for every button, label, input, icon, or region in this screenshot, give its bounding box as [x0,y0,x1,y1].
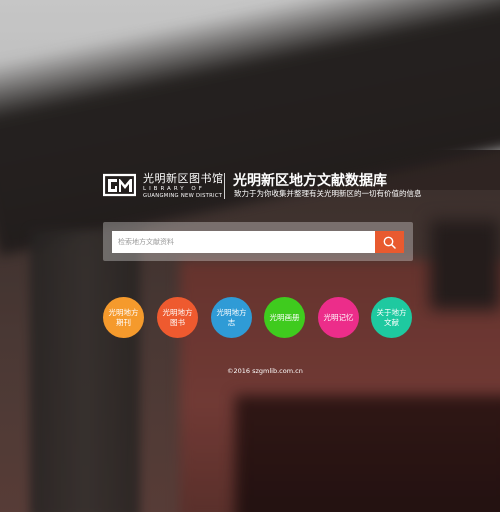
category-albums-button[interactable]: 光明画册 [264,297,305,338]
page-title: 光明新区地方文献数据库 [233,173,387,189]
category-label: 光明画册 [269,312,300,322]
site-header: 光明新区图书馆 LIBRARY OF GUANGMING NEW DISTRIC… [103,172,423,212]
logo-text: 光明新区图书馆 LIBRARY OF GUANGMING NEW DISTRIC… [143,172,224,200]
search-icon [383,236,396,249]
search-input[interactable] [112,231,378,253]
category-label: 光明记忆 [323,312,354,322]
library-logo-icon [103,173,136,197]
header-divider [224,173,225,199]
category-books-button[interactable]: 光明地方图书 [157,297,198,338]
page-subtitle: 致力于为你收集并整理有关光明新区的一切有价值的信息 [234,189,422,198]
category-label: 光明地方图书 [162,307,193,327]
search-button[interactable] [375,231,404,253]
copyright-text: ©2016 szgmlib.com.cn [227,367,303,375]
search-bar [103,222,413,261]
category-label: 光明地方期刊 [108,307,139,327]
category-journals-button[interactable]: 光明地方期刊 [103,297,144,338]
category-gazetteer-button[interactable]: 光明地方志 [211,297,252,338]
logo-english-line2: GUANGMING NEW DISTRICT [143,193,223,199]
category-label: 光明地方志 [216,307,247,327]
category-label: 关于地方文献 [376,307,407,327]
logo-chinese-name: 光明新区图书馆 [143,172,224,185]
category-about-button[interactable]: 关于地方文献 [371,297,412,338]
category-memories-button[interactable]: 光明记忆 [318,297,359,338]
logo-english-line1: LIBRARY OF [143,186,205,192]
